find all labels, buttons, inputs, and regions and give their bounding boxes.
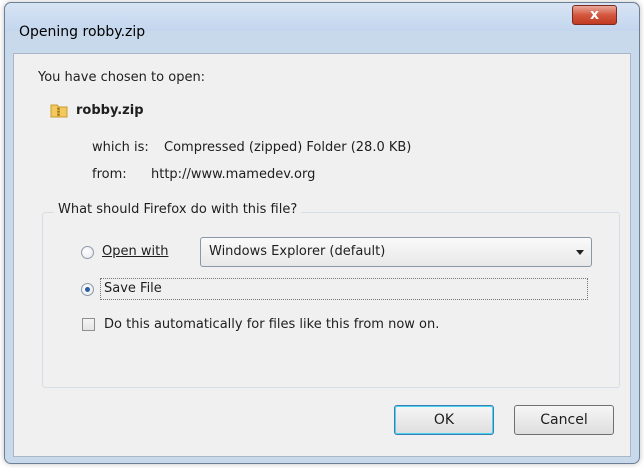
save-file-label[interactable]: Save File <box>100 278 588 300</box>
save-file-label-text: Save File <box>104 281 162 296</box>
auto-action-checkbox[interactable] <box>82 318 95 331</box>
intro-text: You have chosen to open: <box>38 70 206 85</box>
save-file-radio[interactable] <box>81 283 94 296</box>
radio-selected-dot <box>85 287 90 292</box>
which-is-label: which is: <box>92 140 149 155</box>
open-with-select[interactable]: Windows Explorer (default) <box>200 237 592 267</box>
dialog-content: You have chosen to open: robby.zip which… <box>13 53 631 457</box>
cancel-button[interactable]: Cancel <box>514 405 614 435</box>
open-with-label[interactable]: Open with <box>102 244 168 259</box>
title-bar[interactable]: Opening robby.zip x <box>5 3 639 40</box>
chevron-down-icon <box>576 250 584 255</box>
action-group-label: What should Firefox do with this file? <box>54 202 302 217</box>
close-button[interactable]: x <box>572 5 617 25</box>
auto-action-label[interactable]: Do this automatically for files like thi… <box>104 317 439 332</box>
file-type-value: Compressed (zipped) Folder (28.0 KB) <box>164 140 412 155</box>
dialog-window: Opening robby.zip x You have chosen to o… <box>4 2 640 464</box>
window-title: Opening robby.zip <box>19 24 146 40</box>
zip-folder-icon <box>50 104 68 118</box>
source-url-value: http://www.mamedev.org <box>151 167 316 182</box>
ok-button[interactable]: OK <box>394 405 494 435</box>
open-with-label-text: Open with <box>102 244 169 259</box>
open-with-selected-value: Windows Explorer (default) <box>209 244 386 259</box>
close-icon: x <box>589 7 600 23</box>
file-name: robby.zip <box>76 103 144 118</box>
open-with-radio[interactable] <box>81 246 94 259</box>
from-label: from: <box>92 167 127 182</box>
